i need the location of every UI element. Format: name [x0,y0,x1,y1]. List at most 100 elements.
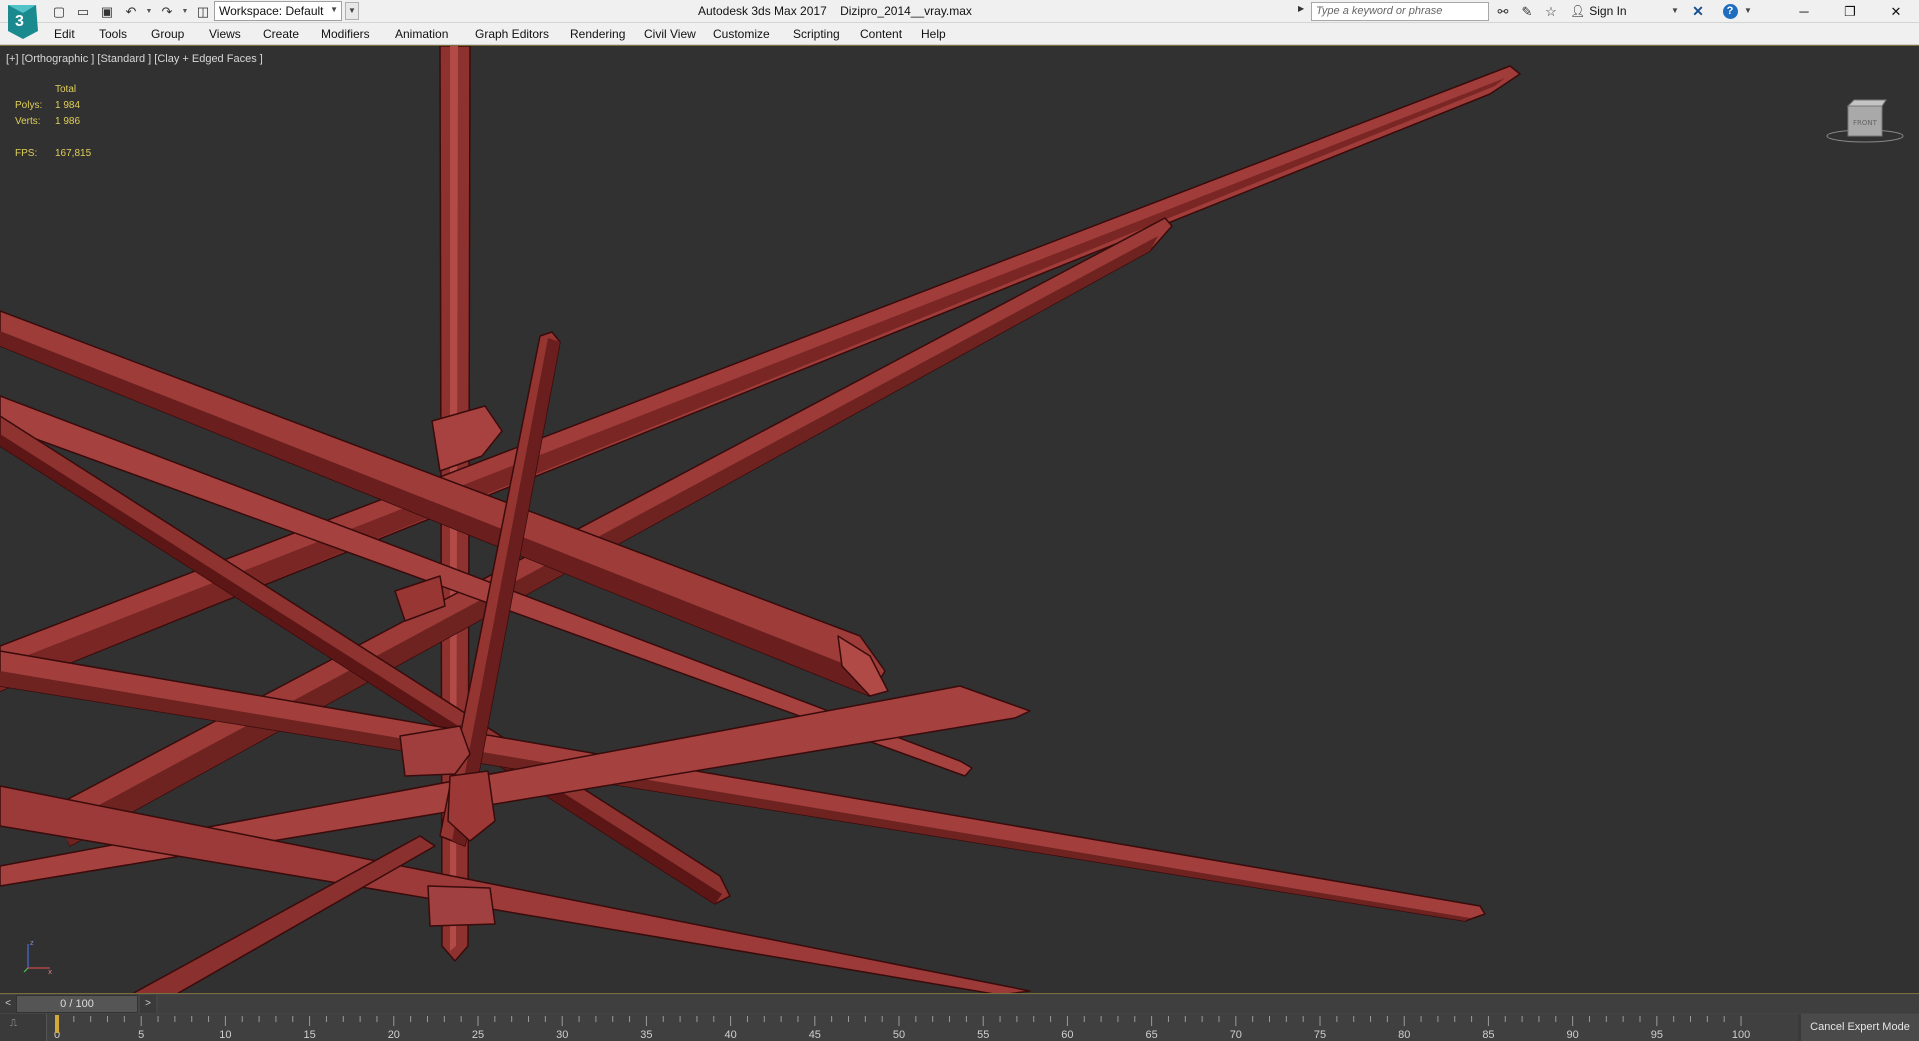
cancel-expert-mode-button[interactable]: Cancel Expert Mode [1801,1014,1919,1041]
svg-text:3: 3 [15,13,24,30]
infocenter-icons: ⚯ ✎ ☆ [1494,2,1560,21]
open-file-icon[interactable]: ▭ [72,2,94,21]
joint-collar-2[interactable] [399,725,471,777]
help-dropdown-icon[interactable]: ▼ [1744,6,1752,15]
fps-label: FPS: [15,148,38,159]
ruler-tick-label: 70 [1230,1029,1242,1041]
menu-group[interactable]: Group [151,27,184,41]
sign-in-dropdown-icon[interactable]: ▼ [1671,6,1679,15]
exchange-apps-icon[interactable]: ✕ [1688,2,1708,21]
ruler-tick-label: 60 [1061,1029,1073,1041]
undo-icon[interactable]: ↶ [120,2,142,21]
current-frame-marker[interactable] [54,1015,59,1033]
scene-geometry[interactable] [0,46,1919,994]
ruler-tick-label: 5 [138,1029,144,1041]
time-slider-next-button[interactable]: > [140,995,156,1013]
menu-help[interactable]: Help [921,27,946,41]
ruler-tick-label: 50 [893,1029,905,1041]
new-file-icon[interactable]: ▢ [48,2,70,21]
ruler-tick-label: 100 [1732,1029,1750,1041]
rods-group [0,46,1521,993]
ruler-tick-label: 95 [1651,1029,1663,1041]
title-bar: ▢ ▭ ▣ ↶ ▼ ↷ ▼ ◫ Workspace: Default ▼ ▼ A… [0,0,1919,23]
ruler-tick-label: 75 [1314,1029,1326,1041]
menu-customize[interactable]: Customize [713,27,770,41]
app-name: Autodesk 3ds Max 2017 [698,4,827,18]
ruler-tick-label: 30 [556,1029,568,1041]
viewcube-face-label: FRONT [1853,119,1878,127]
redo-icon[interactable]: ↷ [156,2,178,21]
redo-dropdown-icon[interactable]: ▼ [180,2,190,21]
save-file-icon[interactable]: ▣ [96,2,118,21]
window-title: Autodesk 3ds Max 2017 Dizipro_2014__vray… [698,4,972,18]
menu-content[interactable]: Content [860,27,902,41]
time-slider: < 0 / 100 > [0,994,1919,1014]
ruler-tick-label: 90 [1567,1029,1579,1041]
frame-ruler[interactable]: 0 5 10 15 20 25 30 35 40 45 50 55 60 65 70 75 80 85 90 95 10… [46,1014,1798,1041]
track-bar: ⎍ 0 5 10 15 20 25 30 35 40 45 50 55 60 65 70 75 80 85 90 95… [0,1014,1919,1041]
polys-value: 1 984 [55,100,81,111]
close-button[interactable]: ✕ [1873,0,1919,23]
svg-text:z: z [30,939,34,947]
menu-graph-editors[interactable]: Graph Editors [475,27,549,41]
mini-curve-editor-icon[interactable]: ⎍ [10,1018,30,1034]
ruler-tick-label: 85 [1482,1029,1494,1041]
axis-gizmo-icon: z x [23,939,52,976]
search-input[interactable]: Type a keyword or phrase [1311,2,1489,21]
menu-create[interactable]: Create [263,27,299,41]
ruler-tick-label: 55 [977,1029,989,1041]
time-slider-prev-button[interactable]: < [0,995,16,1013]
verts-value: 1 986 [55,116,81,127]
sign-in-button[interactable]: 👤︎ Sign In [1570,4,1627,18]
ruler-tick-label: 40 [725,1029,737,1041]
menu-modifiers[interactable]: Modifiers [321,27,370,41]
ruler-tick-label: 80 [1398,1029,1410,1041]
ruler-tick-label: 20 [388,1029,400,1041]
sign-in-label: Sign In [1589,4,1627,18]
menu-views[interactable]: Views [209,27,241,41]
stats-header: Total [55,84,77,95]
menu-rendering[interactable]: Rendering [570,27,625,41]
star-icon[interactable]: ☆ [1542,2,1560,21]
minimize-button[interactable]: ─ [1781,0,1827,23]
polys-label: Polys: [15,100,43,111]
undo-dropdown-icon[interactable]: ▼ [144,2,154,21]
3ds-max-window: ▢ ▭ ▣ ↶ ▼ ↷ ▼ ◫ Workspace: Default ▼ ▼ A… [0,0,1919,1041]
ruler-tick-label: 25 [472,1029,484,1041]
viewport-orthographic[interactable]: [+] [Orthographic ] [Standard ] [Clay + … [0,45,1919,994]
search-expand-icon[interactable]: ▶ [1298,4,1304,13]
viewcube-icon[interactable]: FRONT [1820,86,1910,156]
ruler-tick-label: 15 [303,1029,315,1041]
binoculars-icon[interactable]: ⚯ [1494,2,1512,21]
ruler-tick-label: 45 [809,1029,821,1041]
menu-bar: Edit Tools Group Views Create Modifiers … [0,23,1919,45]
quick-access-toolbar: ▢ ▭ ▣ ↶ ▼ ↷ ▼ ◫ [48,2,214,21]
user-icon: 👤︎ [1570,4,1586,18]
time-slider-track[interactable] [158,995,1919,1013]
subscription-icon[interactable]: ✎ [1518,2,1536,21]
menu-civil-view[interactable]: Civil View [644,27,696,41]
viewport-label-menu[interactable]: [+] [Orthographic ] [Standard ] [Clay + … [6,53,263,65]
restore-button[interactable]: ❐ [1827,0,1873,23]
workspace-selector[interactable]: Workspace: Default ▼ [214,1,342,21]
ruler-tick-label: 65 [1146,1029,1158,1041]
svg-text:x: x [48,968,52,976]
ruler-tick-label: 35 [640,1029,652,1041]
menu-animation[interactable]: Animation [395,27,448,41]
3ds-max-logo-icon[interactable]: 3 [6,1,40,41]
menu-tools[interactable]: Tools [99,27,127,41]
menu-edit[interactable]: Edit [54,27,75,41]
rod-horizontal-right-shade [0,671,1470,921]
file-name: Dizipro_2014__vray.max [840,4,972,18]
chevron-down-icon: ▼ [330,5,338,14]
help-icon[interactable]: ? [1720,2,1740,21]
joint-collar-3[interactable] [427,885,496,927]
time-slider-handle[interactable]: 0 / 100 [16,995,138,1013]
workspace-label: Workspace: Default [219,4,324,18]
menu-scripting[interactable]: Scripting [793,27,840,41]
verts-label: Verts: [15,116,41,127]
ruler-tick-label: 10 [219,1029,231,1041]
fps-value: 167,815 [55,148,92,159]
workspace-menu-button[interactable]: ▼ [345,2,359,20]
project-folder-icon[interactable]: ◫ [192,2,214,21]
